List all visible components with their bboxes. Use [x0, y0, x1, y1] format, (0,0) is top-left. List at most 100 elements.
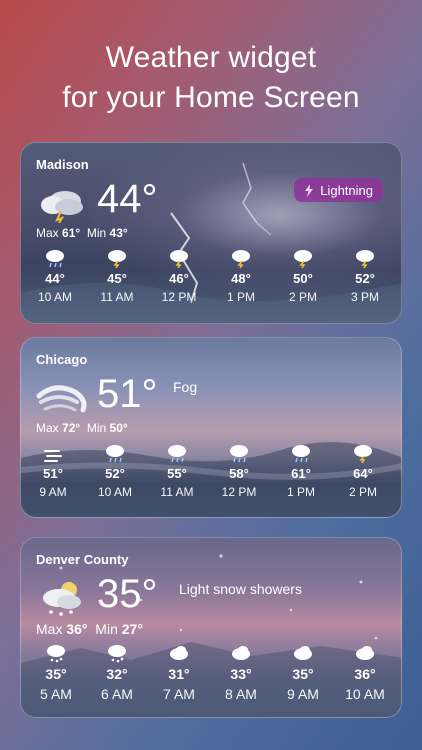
cloud-rain-icon — [46, 250, 64, 268]
hour-time: 5 AM — [40, 686, 72, 702]
hour-time: 2 PM — [288, 290, 317, 304]
hour-temp: 46° — [169, 271, 189, 286]
hour-item: 36° 10 AM — [338, 641, 392, 702]
max-value: 36° — [66, 621, 88, 637]
hour-time: 7 AM — [163, 686, 195, 702]
hour-temp: 45° — [107, 271, 127, 286]
hour-time: 10 AM — [345, 686, 385, 702]
hour-item: 46° 12 PM — [152, 246, 206, 304]
thunderstorm-cloud-icon — [41, 191, 83, 223]
hour-item: 32° 6 AM — [90, 641, 144, 702]
cloud-rain-icon — [106, 445, 124, 463]
hour-temp: 48° — [231, 271, 251, 286]
hour-time: 12 PM — [161, 290, 197, 304]
cloud-lightning-icon — [232, 250, 250, 268]
min-value: 50° — [109, 421, 128, 435]
hourly-forecast: 51° 9 AM 52° 10 AM 55° 11 AM 58° 12 PM 6… — [21, 441, 401, 511]
hour-temp: 44° — [45, 271, 65, 286]
hour-time: 2 PM — [348, 485, 377, 499]
hour-time: 3 PM — [350, 290, 379, 304]
hour-time: 1 PM — [226, 290, 255, 304]
min-value: 43° — [109, 226, 128, 240]
headline-line-1: Weather widget — [105, 41, 317, 74]
hour-item: 45° 11 AM — [90, 246, 144, 304]
hour-item: 64° 2 PM — [336, 441, 390, 499]
hour-item: 31° 7 AM — [152, 641, 206, 702]
max-label: Max — [36, 226, 59, 240]
hour-temp: 64° — [353, 466, 373, 481]
hour-temp: 32° — [106, 666, 128, 682]
hourly-forecast: 35° 5 AM 32° 6 AM 31° 7 AM 33° 8 AM 35° … — [21, 641, 401, 711]
condition-text: Light snow showers — [179, 581, 302, 597]
snow-cloud-icon — [43, 582, 81, 616]
min-label: Min — [86, 421, 107, 435]
cloud-snow-icon — [47, 645, 65, 663]
hour-item: 44° 10 AM — [28, 246, 82, 304]
city-name: Denver County — [36, 552, 129, 567]
lightning-alert-chip[interactable]: Lightning — [294, 178, 383, 202]
hour-temp: 55° — [167, 466, 187, 481]
hour-temp: 58° — [229, 466, 249, 481]
cloud-icon — [356, 646, 374, 660]
max-value: 72° — [62, 421, 81, 435]
hour-item: 48° 1 PM — [214, 246, 268, 304]
hour-time: 11 AM — [100, 290, 134, 304]
hour-item: 52° 10 AM — [88, 441, 142, 499]
cloud-icon — [232, 646, 250, 660]
hour-item: 52° 3 PM — [338, 246, 392, 304]
hour-time: 6 AM — [101, 686, 133, 702]
hour-temp: 51° — [43, 466, 63, 481]
max-min-row: Max 72° Min 50° — [36, 421, 128, 435]
cloud-icon — [294, 646, 312, 660]
min-value: 27° — [121, 621, 143, 637]
city-name: Chicago — [36, 352, 88, 367]
hourly-forecast: 44° 10 AM 45° 11 AM 46° 12 PM 48° 1 PM 5… — [21, 246, 401, 316]
cloud-lightning-icon — [354, 445, 372, 463]
hour-item: 51° 9 AM — [26, 441, 80, 499]
hour-time: 8 AM — [225, 686, 257, 702]
hour-temp: 31° — [168, 666, 190, 682]
max-label: Max — [36, 621, 63, 637]
hour-item: 61° 1 PM — [274, 441, 328, 499]
cloud-lightning-icon — [356, 250, 374, 268]
hour-temp: 36° — [354, 666, 376, 682]
hour-item: 58° 12 PM — [212, 441, 266, 499]
max-value: 61° — [62, 226, 81, 240]
cloud-rain-icon — [168, 445, 186, 463]
hour-item: 55° 11 AM — [150, 441, 204, 499]
current-temperature: 35° — [97, 572, 158, 616]
weather-card-chicago[interactable]: Chicago 51° Fog Max 72° Min 50° 51° 9 AM… — [20, 337, 402, 518]
max-min-row: Max 61° Min 43° — [36, 226, 128, 240]
headline: Weather widget for your Home Screen — [0, 38, 422, 118]
city-name: Madison — [36, 157, 89, 172]
hour-time: 11 AM — [160, 485, 194, 499]
lightning-bolt-icon — [305, 183, 314, 197]
cloud-snow-icon — [108, 645, 126, 663]
hour-item: 35° 5 AM — [29, 641, 83, 702]
condition-text: Fog — [173, 379, 198, 395]
current-temperature: 44° — [97, 177, 158, 221]
hour-time: 9 AM — [39, 485, 67, 499]
hour-temp: 61° — [291, 466, 311, 481]
hour-time: 12 PM — [221, 485, 257, 499]
hour-temp: 35° — [45, 666, 67, 682]
hour-temp: 52° — [355, 271, 375, 286]
weather-card-madison[interactable]: Madison 44° Max 61° Min 43° Lightning 44… — [20, 142, 402, 324]
cloud-lightning-icon — [170, 250, 188, 268]
hour-temp: 35° — [292, 666, 314, 682]
max-label: Max — [36, 421, 59, 435]
hour-time: 10 AM — [37, 290, 73, 304]
hour-temp: 50° — [293, 271, 313, 286]
min-label: Min — [86, 226, 107, 240]
hour-time: 10 AM — [97, 485, 133, 499]
cloud-rain-icon — [292, 445, 310, 463]
headline-line-2: for your Home Screen — [62, 81, 360, 114]
hour-item: 50° 2 PM — [276, 246, 330, 304]
cloud-icon — [170, 646, 188, 660]
hour-time: 9 AM — [287, 686, 319, 702]
hour-time: 1 PM — [286, 485, 315, 499]
weather-card-denver-county[interactable]: Denver County 35° Light snow showers Max… — [20, 537, 402, 718]
hour-item: 35° 9 AM — [276, 641, 330, 702]
hour-temp: 52° — [105, 466, 125, 481]
cloud-lightning-icon — [108, 250, 126, 268]
